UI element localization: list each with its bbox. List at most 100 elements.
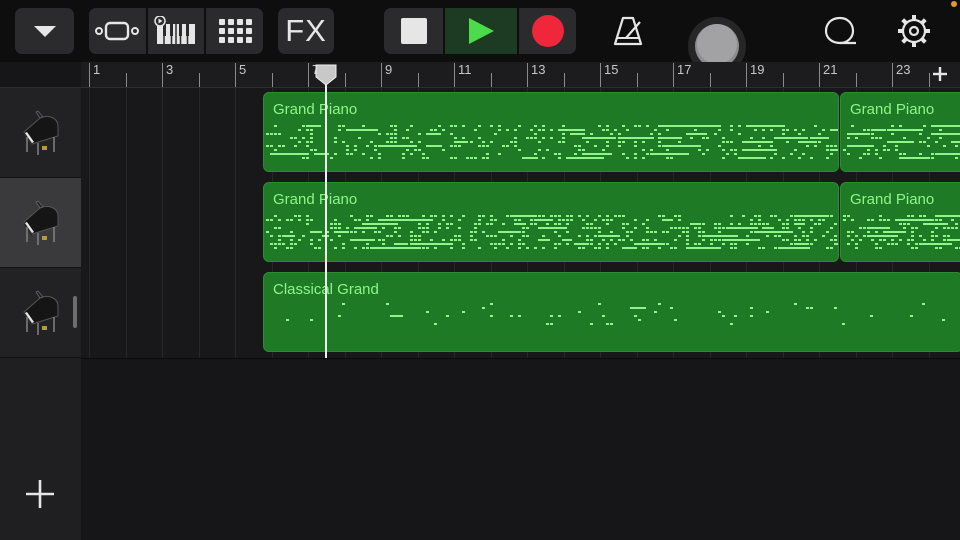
midi-note bbox=[582, 133, 585, 135]
midi-note bbox=[658, 145, 661, 147]
add-section-button[interactable] bbox=[930, 64, 950, 89]
midi-note bbox=[378, 153, 381, 155]
midi-note bbox=[394, 247, 397, 249]
midi-note bbox=[750, 223, 753, 225]
midi-note bbox=[306, 125, 318, 127]
midi-note bbox=[834, 239, 837, 241]
midi-note bbox=[758, 215, 761, 217]
midi-note bbox=[746, 235, 749, 237]
midi-region[interactable]: Grand Piano bbox=[840, 92, 960, 172]
ruler-tick bbox=[855, 73, 857, 87]
midi-note bbox=[602, 235, 605, 237]
midi-note bbox=[498, 125, 501, 127]
ruler-tick bbox=[89, 63, 90, 87]
midi-note bbox=[935, 227, 938, 229]
midi-note bbox=[802, 223, 805, 225]
midi-region[interactable]: Grand Piano bbox=[263, 182, 839, 262]
ruler-tick bbox=[417, 73, 419, 87]
record-icon bbox=[531, 15, 564, 47]
midi-note bbox=[718, 223, 721, 225]
midi-note bbox=[422, 227, 425, 229]
midi-note bbox=[662, 153, 665, 155]
midi-note bbox=[518, 219, 521, 221]
midi-note bbox=[702, 133, 705, 135]
midi-note bbox=[734, 149, 737, 151]
instrument-button[interactable] bbox=[145, 8, 205, 54]
midi-note bbox=[642, 247, 645, 249]
plus-icon bbox=[26, 480, 54, 508]
midi-note bbox=[774, 235, 777, 237]
midi-note bbox=[698, 231, 701, 233]
ruler-tick bbox=[892, 63, 893, 87]
midi-note bbox=[330, 227, 333, 229]
midi-note bbox=[871, 129, 884, 131]
midi-note bbox=[306, 215, 309, 217]
midi-note bbox=[366, 223, 369, 225]
bar-ruler[interactable]: 1 3 5 7 9 11 13 15 17 19 21 23 bbox=[81, 62, 960, 88]
midi-note bbox=[863, 227, 866, 229]
midi-note bbox=[534, 153, 537, 155]
add-track-button[interactable] bbox=[22, 476, 58, 517]
midi-note bbox=[722, 149, 725, 151]
midi-region[interactable]: Grand Piano bbox=[840, 182, 960, 262]
midi-note bbox=[462, 137, 465, 139]
midi-note bbox=[879, 247, 882, 249]
midi-note bbox=[626, 157, 629, 159]
midi-note bbox=[646, 219, 649, 221]
smart-controls-button[interactable] bbox=[204, 8, 263, 54]
midi-note bbox=[847, 153, 850, 155]
play-button[interactable] bbox=[443, 8, 517, 54]
midi-region[interactable]: Grand Piano bbox=[263, 92, 839, 172]
browser-button[interactable] bbox=[89, 8, 146, 54]
midi-note bbox=[554, 215, 557, 217]
midi-note bbox=[354, 231, 357, 233]
track-header[interactable] bbox=[0, 178, 81, 268]
settings-button[interactable] bbox=[892, 8, 936, 54]
midi-note bbox=[867, 129, 870, 131]
track-menu-button[interactable] bbox=[15, 8, 74, 54]
midi-note bbox=[454, 141, 468, 143]
midi-note bbox=[522, 243, 525, 245]
control-bar: FX bbox=[0, 0, 960, 75]
midi-note bbox=[682, 125, 721, 127]
midi-note bbox=[686, 235, 689, 237]
midi-note bbox=[478, 137, 481, 139]
midi-note bbox=[907, 243, 910, 245]
record-button[interactable] bbox=[517, 8, 576, 54]
midi-note bbox=[883, 219, 886, 221]
midi-note bbox=[790, 243, 793, 245]
track-header[interactable] bbox=[0, 268, 81, 358]
midi-note bbox=[282, 235, 295, 237]
resize-handle[interactable] bbox=[73, 296, 77, 328]
midi-note bbox=[883, 231, 903, 233]
midi-note bbox=[422, 243, 425, 245]
midi-note bbox=[662, 231, 665, 233]
stop-button[interactable] bbox=[384, 8, 443, 54]
metronome-button[interactable] bbox=[606, 8, 650, 54]
midi-note bbox=[366, 243, 369, 245]
midi-note bbox=[298, 129, 301, 131]
midi-note bbox=[338, 129, 341, 131]
midi-note bbox=[298, 219, 301, 221]
midi-note bbox=[887, 243, 890, 245]
midi-note bbox=[526, 137, 529, 139]
midi-note bbox=[498, 231, 521, 233]
midi-note bbox=[382, 247, 385, 249]
playhead-handle[interactable] bbox=[314, 63, 338, 92]
fx-button[interactable]: FX bbox=[278, 8, 334, 54]
midi-note bbox=[442, 219, 445, 221]
midi-note bbox=[590, 227, 593, 229]
loop-browser-button[interactable] bbox=[818, 8, 862, 54]
midi-note bbox=[863, 153, 866, 155]
midi-region[interactable]: Classical Grand bbox=[263, 272, 960, 352]
track-header[interactable] bbox=[0, 88, 81, 178]
midi-note bbox=[698, 227, 701, 229]
midi-note bbox=[506, 215, 509, 217]
midi-note bbox=[919, 153, 922, 155]
midi-note bbox=[362, 239, 365, 241]
midi-note bbox=[794, 303, 797, 305]
midi-note bbox=[875, 235, 878, 237]
midi-note bbox=[947, 227, 950, 229]
midi-note bbox=[566, 215, 569, 217]
midi-note bbox=[943, 133, 946, 135]
